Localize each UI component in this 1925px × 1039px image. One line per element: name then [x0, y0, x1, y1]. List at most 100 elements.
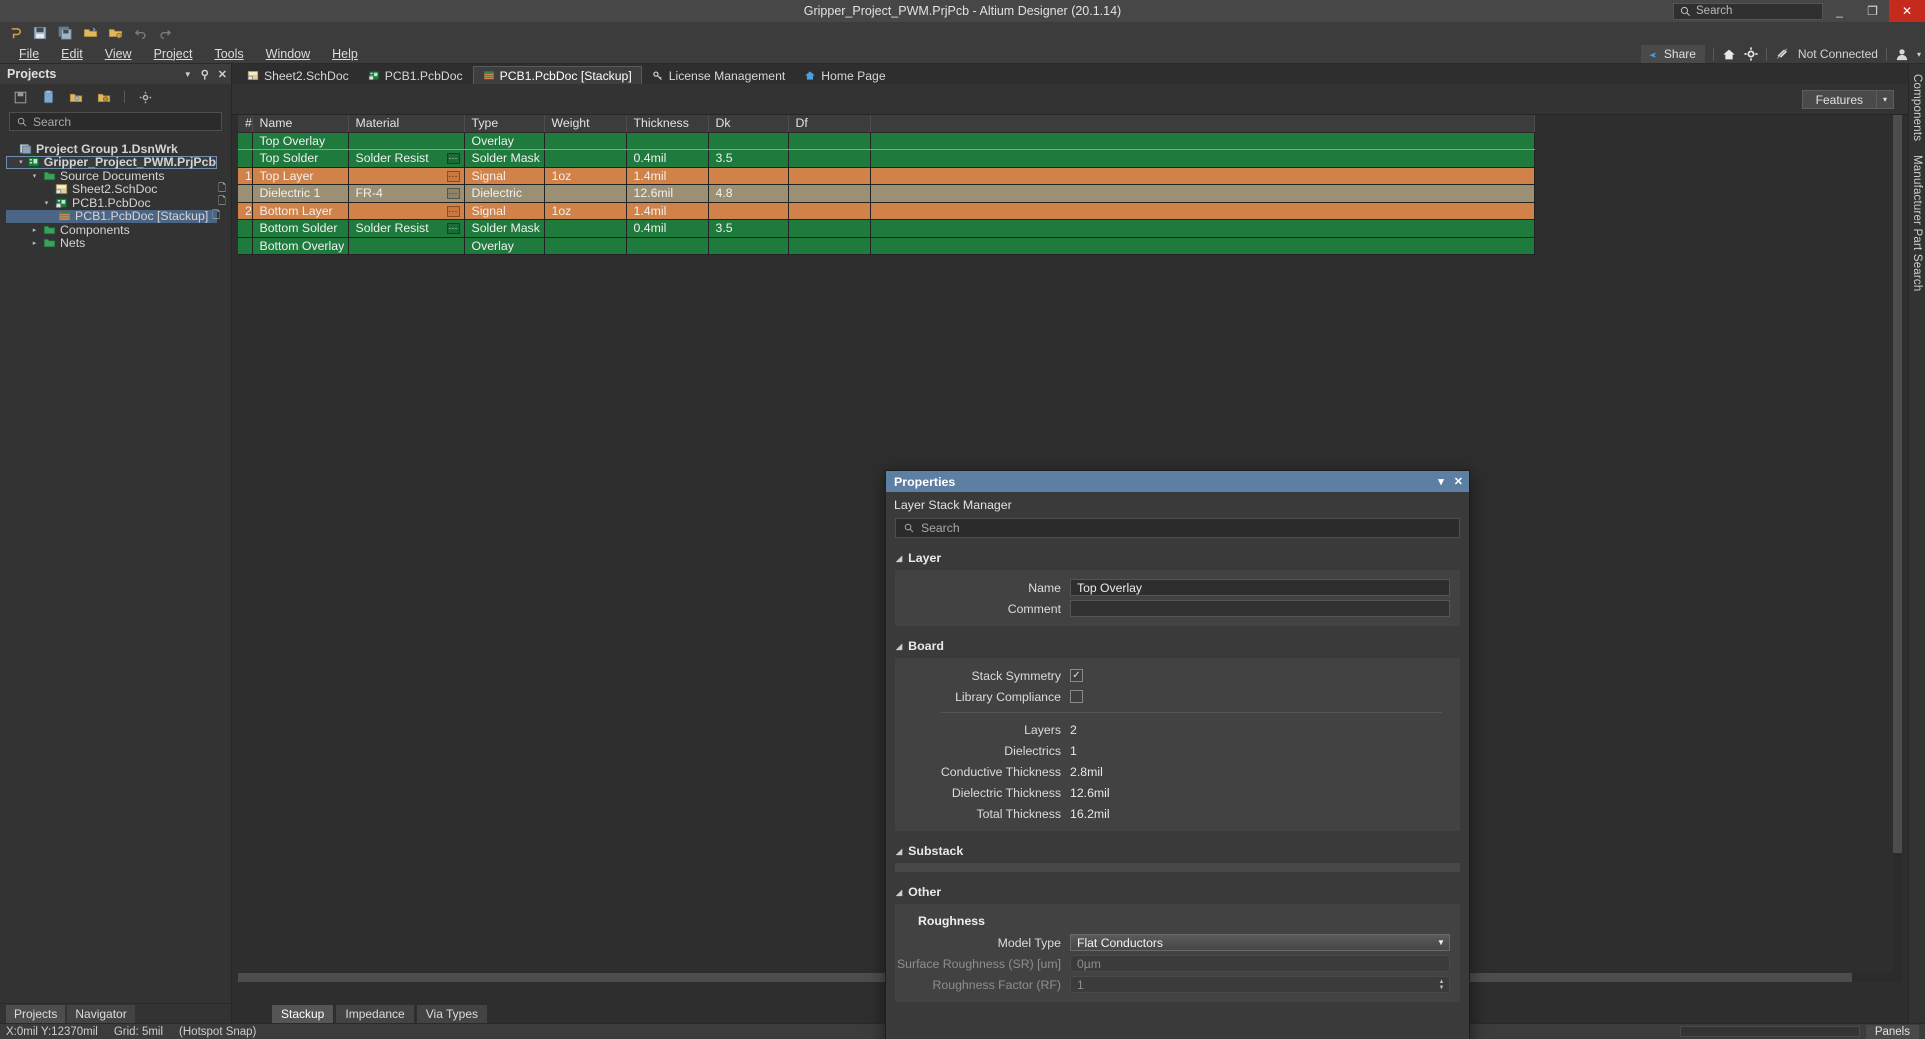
- tree-item-sheet2-schdoc[interactable]: Sheet2.SchDoc 🗋: [6, 182, 231, 196]
- layer-row[interactable]: Bottom Solder Solder Resist ⋯ Solder Mask 0.…: [238, 219, 1535, 238]
- layer-row[interactable]: 1 Top Layer ⋯ Signal 1oz 1.4mil: [238, 167, 1535, 185]
- menu-item-file[interactable]: File: [8, 44, 50, 64]
- open-project-icon[interactable]: [107, 25, 123, 41]
- cell-weight[interactable]: [544, 237, 627, 255]
- tree-item-gripper-project-pwm-prjpcb[interactable]: ▾ Gripper_Project_PWM.PrjPcb: [6, 155, 217, 169]
- cell-material[interactable]: FR-4 ⋯: [348, 184, 465, 203]
- cell-type[interactable]: Overlay: [464, 131, 545, 150]
- view-tab-impedance[interactable]: Impedance: [336, 1004, 414, 1023]
- cell-material[interactable]: [348, 237, 465, 255]
- cell-type[interactable]: Solder Mask: [464, 149, 545, 168]
- column-header-type[interactable]: Type: [464, 115, 545, 133]
- cell-type[interactable]: Signal: [464, 167, 545, 185]
- user-avatar-icon[interactable]: [1895, 47, 1909, 61]
- panel-settings-gear-icon[interactable]: [137, 89, 153, 105]
- expand-collapse-down-icon[interactable]: ▾: [42, 199, 51, 207]
- features-chevron-down-icon[interactable]: ▾: [1876, 91, 1893, 108]
- column-header-thickness[interactable]: Thickness: [626, 115, 709, 133]
- cell-name[interactable]: Bottom Solder: [252, 219, 349, 238]
- stepper-down-icon[interactable]: ▼: [1439, 985, 1445, 991]
- cell-dk[interactable]: [708, 131, 789, 150]
- library-compliance-checkbox[interactable]: [1070, 690, 1083, 703]
- close-button[interactable]: ✕: [1889, 0, 1925, 22]
- cell-df[interactable]: [788, 202, 871, 220]
- document-tab-home-page[interactable]: Home Page: [795, 67, 895, 84]
- roughness-factor-input[interactable]: 1 ▲ ▼: [1070, 976, 1450, 993]
- panel-tab-projects[interactable]: Projects: [6, 1005, 66, 1023]
- cell-type[interactable]: Overlay: [464, 237, 545, 255]
- share-button[interactable]: Share: [1640, 45, 1705, 63]
- expand-collapse-down-icon[interactable]: ▾: [19, 158, 23, 166]
- expand-collapse-down-icon[interactable]: ▾: [30, 172, 39, 180]
- cell-name[interactable]: Bottom Overlay: [252, 237, 349, 255]
- menu-item-view[interactable]: View: [94, 44, 143, 64]
- cell-name[interactable]: Top Overlay: [252, 131, 349, 150]
- material-browse-button[interactable]: ⋯: [446, 205, 460, 217]
- project-options-folder-icon[interactable]: [96, 89, 112, 105]
- tree-item-pcb1-pcbdoc-stackup[interactable]: PCB1.PcbDoc [Stackup] 🗋: [6, 209, 220, 223]
- document-tab-license-management[interactable]: License Management: [642, 67, 795, 84]
- properties-search-input[interactable]: Search: [895, 518, 1460, 538]
- cell-dk[interactable]: 3.5: [708, 149, 789, 168]
- layer-row[interactable]: 2 Bottom Layer ⋯ Signal 1oz 1.4mil: [238, 202, 1535, 220]
- home-icon[interactable]: [1722, 48, 1736, 61]
- features-button[interactable]: Features ▾: [1801, 90, 1894, 109]
- projects-search-input[interactable]: Search: [9, 112, 222, 131]
- tree-item-components[interactable]: ▸ Components: [6, 223, 231, 237]
- column-header-material[interactable]: Material: [348, 115, 465, 133]
- section-header-layer[interactable]: ◢ Layer: [886, 538, 1469, 570]
- properties-dialog-titlebar[interactable]: Properties ▾ ✕: [886, 471, 1469, 492]
- cell-type[interactable]: Solder Mask: [464, 219, 545, 238]
- properties-close-icon[interactable]: ✕: [1454, 475, 1463, 488]
- tree-item-project-group-1-dsnwrk[interactable]: Project Group 1.DsnWrk: [6, 142, 231, 156]
- section-header-board[interactable]: ◢ Board: [886, 626, 1469, 658]
- cell-df[interactable]: [788, 149, 871, 168]
- cell-thickness[interactable]: [626, 131, 709, 150]
- properties-dialog[interactable]: Properties ▾ ✕ Layer Stack Manager Searc…: [885, 470, 1470, 1039]
- column-header-blank[interactable]: [870, 115, 1535, 133]
- section-header-other[interactable]: ◢ Other: [886, 872, 1469, 904]
- model-type-select[interactable]: Flat Conductors ▼: [1070, 934, 1450, 951]
- panel-close-icon[interactable]: ✕: [218, 68, 227, 81]
- cell-df[interactable]: [788, 237, 871, 255]
- restore-button[interactable]: ❐: [1856, 0, 1889, 22]
- layer-row[interactable]: Bottom Overlay Overlay: [238, 237, 1535, 255]
- menu-item-help[interactable]: Help: [321, 44, 369, 64]
- menu-item-project[interactable]: Project: [143, 44, 204, 64]
- open-folder-icon[interactable]: [82, 25, 98, 41]
- surface-roughness-input[interactable]: 0µm: [1070, 955, 1450, 972]
- cell-type[interactable]: Dielectric: [464, 184, 545, 203]
- cell-dk[interactable]: 4.8: [708, 184, 789, 203]
- layer-row[interactable]: Dielectric 1 FR-4 ⋯ Dielectric 12.6mil 4.8: [238, 184, 1535, 203]
- panel-dropdown-icon[interactable]: ▼: [184, 70, 192, 79]
- minimize-button[interactable]: _: [1823, 0, 1856, 22]
- cell-index[interactable]: [238, 219, 253, 238]
- cell-index[interactable]: 1: [238, 167, 253, 185]
- layer-row[interactable]: Top Overlay Overlay: [238, 131, 1535, 150]
- cell-name[interactable]: Bottom Layer: [252, 202, 349, 220]
- cell-dk[interactable]: [708, 237, 789, 255]
- cell-weight[interactable]: [544, 131, 627, 150]
- dock-tab-manufacturer-part-search[interactable]: Manufacturer Part Search: [1911, 155, 1923, 291]
- compile-project-icon[interactable]: [40, 89, 56, 105]
- cell-weight[interactable]: [544, 219, 627, 238]
- cell-material[interactable]: Solder Resist ⋯: [348, 149, 465, 168]
- undo-icon[interactable]: [132, 25, 148, 41]
- model-type-chevron-down-icon[interactable]: ▼: [1433, 935, 1449, 950]
- view-tab-via-types[interactable]: Via Types: [416, 1004, 487, 1023]
- open-project-folder-icon[interactable]: [68, 89, 84, 105]
- cell-material[interactable]: [348, 131, 465, 150]
- expand-collapse-right-icon[interactable]: ▸: [30, 239, 39, 247]
- cell-dk[interactable]: 3.5: [708, 219, 789, 238]
- user-menu-chevron-down-icon[interactable]: ▾: [1917, 50, 1921, 59]
- view-tab-stackup[interactable]: Stackup: [272, 1004, 334, 1023]
- document-tab-pcb1-pcbdoc-stackup[interactable]: PCB1.PcbDoc [Stackup]: [472, 66, 642, 84]
- document-tab-sheet2-schdoc[interactable]: Sheet2.SchDoc: [238, 67, 358, 84]
- cell-thickness[interactable]: 1.4mil: [626, 167, 709, 185]
- cell-weight[interactable]: 1oz: [544, 202, 627, 220]
- menu-item-edit[interactable]: Edit: [50, 44, 94, 64]
- redo-icon[interactable]: [157, 25, 173, 41]
- cell-df[interactable]: [788, 184, 871, 203]
- cell-index[interactable]: [238, 149, 253, 168]
- cell-name[interactable]: Top Solder: [252, 149, 349, 168]
